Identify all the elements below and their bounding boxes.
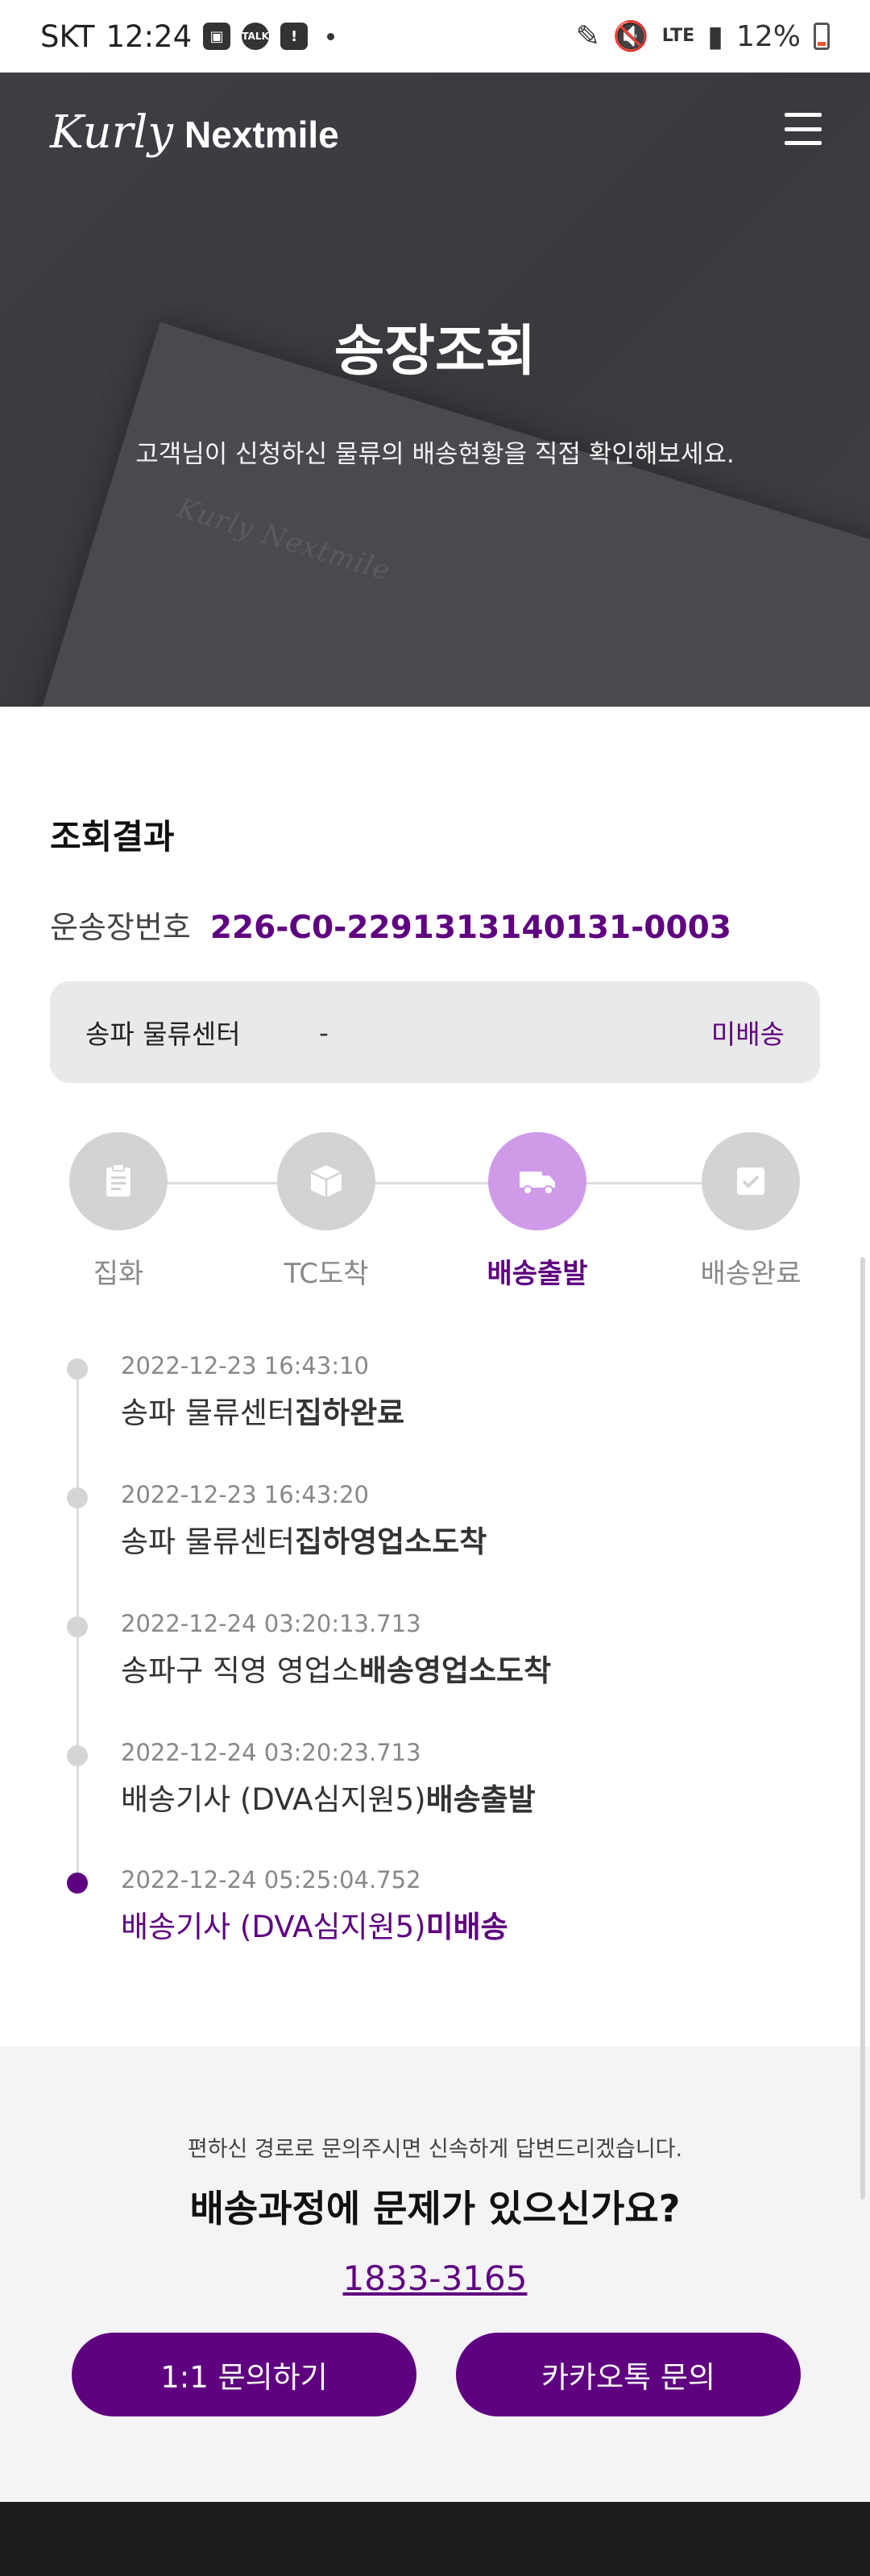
status-badge: 미배송	[710, 1018, 785, 1050]
timeline-location: 송파 물류센터	[121, 1524, 296, 1559]
timeline-dot	[67, 1359, 88, 1379]
timeline-event: 집하영업소도착	[295, 1524, 487, 1559]
step-tc-arrival: TC도착	[230, 1132, 423, 1291]
timeline-text: 배송기사 (DVA심지원5)미배송	[121, 1902, 508, 1946]
image-icon: ▣	[203, 23, 231, 50]
hero-banner: Kurly Nextmile Kurly Nextmile 송장조회 고객님이 …	[0, 73, 870, 707]
battery-label: 12%	[735, 19, 801, 53]
step-label: 배송완료	[700, 1258, 802, 1290]
phone-link[interactable]: 1833-3165	[0, 2259, 870, 2298]
more-notifications-icon	[327, 32, 335, 40]
timeline-event: 미배송	[425, 1910, 508, 1944]
timeline-event: 배송영업소도착	[358, 1653, 552, 1688]
step-pickup: 집화	[22, 1132, 215, 1291]
kakao-inquiry-button[interactable]: 카카오톡 문의	[456, 2333, 801, 2416]
step-delivered: 배송완료	[654, 1132, 847, 1291]
box-icon	[277, 1132, 375, 1230]
timeline-text: 배송기사 (DVA심지원5)배송출발	[121, 1775, 536, 1819]
timeline-dot	[67, 1616, 88, 1637]
page-subtitle: 고객님이 신청하신 물류의 배송현황을 직접 확인해보세요.	[135, 440, 735, 469]
step-label: 집화	[93, 1258, 144, 1290]
footer	[0, 2502, 870, 2576]
truck-icon	[488, 1132, 586, 1230]
timeline-location: 배송기사 (DVA심지원5)	[121, 1782, 426, 1817]
timeline-location: 송파구 직영 영업소	[121, 1653, 359, 1688]
waybill-number: 226-C0-2291313140131-0003	[209, 910, 731, 946]
timeline-location: 송파 물류센터	[121, 1396, 296, 1430]
inquiry-button[interactable]: 1:1 문의하기	[72, 2333, 416, 2416]
help-title: 배송과정에 문제가 있으신가요?	[189, 2187, 681, 2230]
logistics-center-box: 송파 물류센터 - 미배송	[50, 981, 820, 1083]
waybill-row: 운송장번호 226-C0-2291313140131-0003	[50, 902, 731, 947]
talk-badge-label: TALK	[242, 31, 269, 42]
timeline-text: 송파 물류센터집하영업소도착	[121, 1517, 487, 1561]
clock-label: 12:24	[106, 19, 193, 54]
pen-icon: ✎	[575, 19, 600, 53]
help-subtitle: 편하신 경로로 문의주시면 신속하게 답변드리겠습니다.	[187, 2137, 683, 2162]
timeline-time: 2022-12-23 16:43:20	[121, 1481, 369, 1508]
timeline-text: 송파구 직영 영업소배송영업소도착	[121, 1646, 551, 1690]
hamburger-icon[interactable]	[785, 113, 822, 145]
check-icon	[702, 1132, 800, 1230]
timeline-time: 2022-12-24 03:20:23.713	[121, 1739, 421, 1766]
step-out-for-delivery: 배송출발	[441, 1132, 634, 1291]
network-label: LTE	[661, 26, 695, 46]
scrollbar[interactable]	[860, 1257, 865, 2200]
carrier-label: SKT	[40, 19, 95, 54]
logo-word: Nextmile	[184, 114, 339, 156]
timeline-event: 집하완료	[295, 1396, 405, 1430]
timeline-text: 송파 물류센터집하완료	[121, 1388, 404, 1432]
timeline-dot	[67, 1487, 88, 1508]
alert-icon: !	[280, 23, 309, 50]
page-title: 송장조회	[334, 320, 536, 384]
battery-icon	[814, 23, 830, 50]
step-label: 배송출발	[487, 1258, 588, 1290]
timeline-location: 배송기사 (DVA심지원5)	[121, 1910, 426, 1944]
timeline-time: 2022-12-24 03:20:13.713	[121, 1610, 421, 1637]
site-logo[interactable]: Kurly Nextmile	[50, 106, 339, 159]
result-title: 조회결과	[50, 817, 175, 857]
timeline-dot	[67, 1745, 88, 1766]
signal-icon: ▮	[707, 19, 723, 53]
waybill-label: 운송장번호	[50, 910, 191, 945]
help-section: 편하신 경로로 문의주시면 신속하게 답변드리겠습니다. 배송과정에 문제가 있…	[0, 2047, 870, 2502]
timeline-time: 2022-12-23 16:43:10	[121, 1352, 369, 1379]
talk-icon: TALK	[242, 23, 270, 50]
clipboard-icon	[69, 1132, 168, 1230]
timeline-time: 2022-12-24 05:25:04.752	[121, 1866, 421, 1894]
timeline-event: 배송출발	[425, 1782, 536, 1817]
mute-icon: 🔇	[612, 20, 649, 53]
logo-script: Kurly	[50, 106, 173, 159]
step-label: TC도착	[284, 1258, 369, 1290]
status-bar: SKT 12:24 ▣ TALK ! ✎ 🔇 LTE ▮ 12%	[0, 0, 870, 73]
center-value: -	[319, 1016, 329, 1048]
timeline-dot	[67, 1873, 88, 1894]
center-name: 송파 물류센터	[85, 1018, 241, 1050]
